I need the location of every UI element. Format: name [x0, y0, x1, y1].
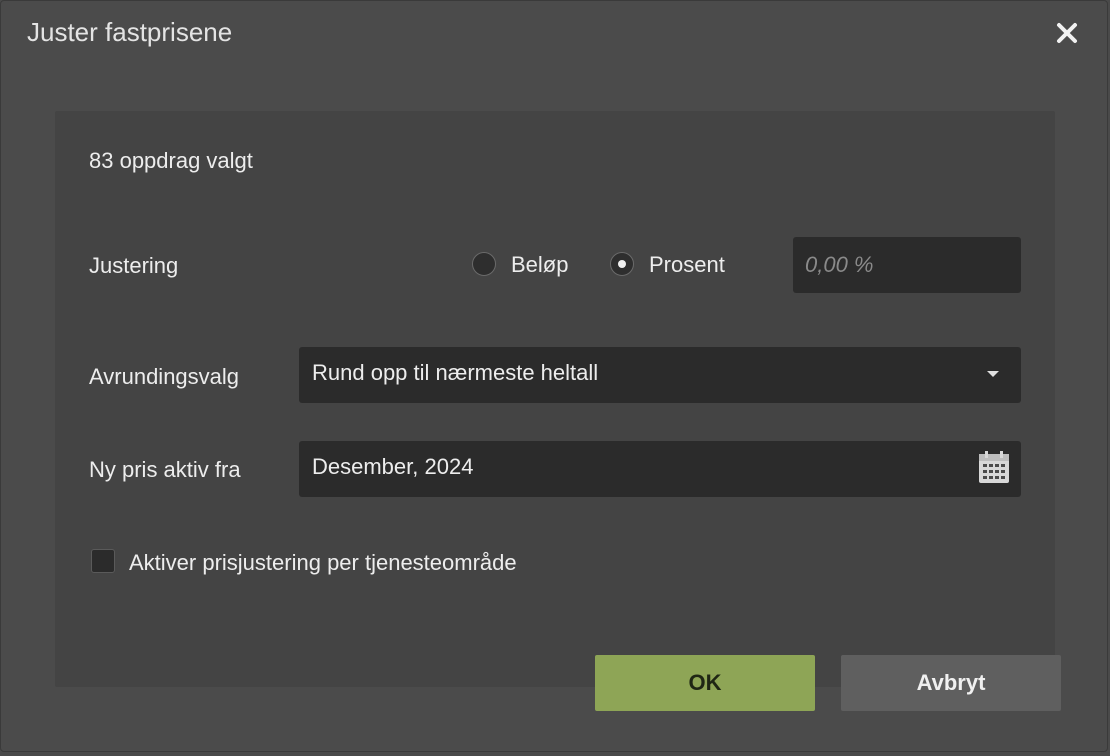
adjust-prices-dialog: Juster fastprisene 83 oppdrag valgt Just… [0, 0, 1108, 752]
ok-button[interactable]: OK [595, 655, 815, 711]
rounding-select[interactable]: Rund opp til nærmeste heltall [299, 347, 1021, 403]
radio-amount-label[interactable]: Beløp [511, 252, 568, 278]
close-icon[interactable] [1053, 19, 1081, 47]
selection-count: 83 oppdrag valgt [89, 148, 253, 173]
per-service-area-label[interactable]: Aktiver prisjustering per tjenesteområde [129, 550, 517, 576]
active-from-value: Desember, 2024 [312, 454, 474, 479]
radio-percent-label[interactable]: Prosent [649, 252, 725, 278]
radio-amount[interactable] [472, 252, 496, 276]
per-service-area-checkbox[interactable] [91, 549, 115, 573]
percent-input-field[interactable] [793, 237, 1021, 293]
active-from-label: Ny pris aktiv fra [89, 457, 241, 482]
rounding-label: Avrundingsvalg [89, 364, 240, 389]
percent-input[interactable] [793, 237, 1021, 293]
adjustment-label: Justering [89, 253, 179, 278]
rounding-selected-value: Rund opp til nærmeste heltall [312, 360, 599, 385]
dialog-title: Juster fastprisene [27, 17, 233, 47]
calendar-icon[interactable] [978, 450, 1010, 484]
active-from-date-field[interactable]: Desember, 2024 [299, 441, 1021, 497]
chevron-down-icon [987, 371, 999, 377]
cancel-button[interactable]: Avbryt [841, 655, 1061, 711]
radio-percent[interactable] [610, 252, 634, 276]
